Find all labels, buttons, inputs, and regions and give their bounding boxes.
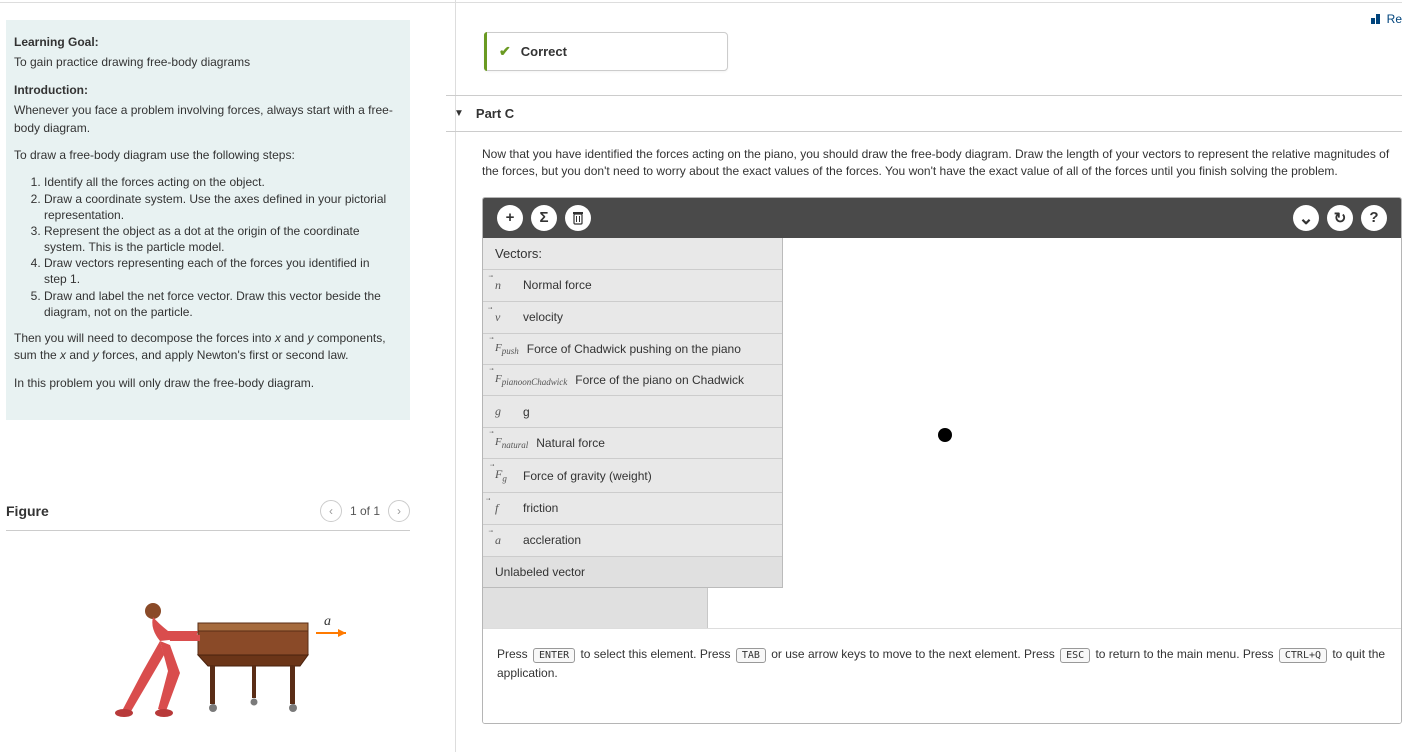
intro-para-2: To draw a free-body diagram use the foll… bbox=[14, 147, 394, 164]
introduction-heading: Introduction: bbox=[14, 82, 394, 99]
keyboard-hints: Press ENTER to select this element. Pres… bbox=[483, 628, 1401, 723]
steps-list: Identify all the forces acting on the ob… bbox=[44, 174, 394, 320]
reset-button[interactable]: ↻ bbox=[1327, 205, 1353, 231]
help-button[interactable]: ? bbox=[1361, 205, 1387, 231]
step-2: Draw a coordinate system. Use the axes d… bbox=[44, 191, 394, 223]
step-4: Draw vectors representing each of the fo… bbox=[44, 255, 394, 287]
vector-option-fg[interactable]: F⃗g Force of gravity (weight) bbox=[483, 458, 782, 491]
drawing-workspace[interactable]: Vectors: n⃗ Normal force v⃗ velocity F⃗p… bbox=[483, 238, 1401, 628]
figure-header: Figure ‹ 1 of 1 › bbox=[6, 500, 410, 531]
figure-image: a⃗ bbox=[6, 591, 410, 731]
vector-tool-frame: + Σ ⌄ ↻ ? Vectors: bbox=[482, 197, 1402, 724]
vector-option-friction[interactable]: f⃗ friction bbox=[483, 492, 782, 524]
after-steps-1: Then you will need to decompose the forc… bbox=[14, 330, 394, 365]
vector-toolbar: + Σ ⌄ ↻ ? bbox=[483, 198, 1401, 238]
add-vector-button[interactable]: + bbox=[497, 205, 523, 231]
part-c-title: Part C bbox=[476, 106, 514, 121]
dropdown-button[interactable]: ⌄ bbox=[1293, 205, 1319, 231]
delete-button[interactable] bbox=[565, 205, 591, 231]
collapse-triangle-icon: ▼ bbox=[454, 108, 464, 119]
learning-goal-box: Learning Goal: To gain practice drawing … bbox=[6, 20, 410, 420]
part-c-header[interactable]: ▼ Part C bbox=[446, 95, 1402, 132]
part-c-instructions: Now that you have identified the forces … bbox=[482, 146, 1402, 181]
canvas-area[interactable] bbox=[708, 238, 1401, 628]
after-steps-2: In this problem you will only draw the f… bbox=[14, 375, 394, 392]
step-5: Draw and label the net force vector. Dra… bbox=[44, 288, 394, 320]
vector-option-normal[interactable]: n⃗ Normal force bbox=[483, 269, 782, 301]
sum-button[interactable]: Σ bbox=[531, 205, 557, 231]
vectors-dropdown-panel: Vectors: n⃗ Normal force v⃗ velocity F⃗p… bbox=[483, 238, 783, 588]
correct-status-badge: ✔ Correct bbox=[484, 32, 728, 71]
vector-option-velocity[interactable]: v⃗ velocity bbox=[483, 301, 782, 333]
kbd-enter: ENTER bbox=[533, 648, 575, 663]
figure-prev-button[interactable]: ‹ bbox=[320, 500, 342, 522]
step-3: Represent the object as a dot at the ori… bbox=[44, 223, 394, 255]
learning-goal-text: To gain practice drawing free-body diagr… bbox=[14, 54, 394, 71]
vector-option-unlabeled[interactable]: Unlabeled vector bbox=[483, 556, 782, 587]
learning-goal-heading: Learning Goal: bbox=[14, 34, 394, 51]
figure-title: Figure bbox=[6, 503, 49, 519]
vector-option-fpush[interactable]: F⃗push Force of Chadwick pushing on the … bbox=[483, 333, 782, 364]
check-icon: ✔ bbox=[499, 43, 511, 60]
vector-option-fnatural[interactable]: F⃗natural Natural force bbox=[483, 427, 782, 458]
intro-para-1: Whenever you face a problem involving fo… bbox=[14, 102, 394, 137]
step-1: Identify all the forces acting on the ob… bbox=[44, 174, 394, 190]
correct-label: Correct bbox=[521, 44, 567, 59]
accel-label: a⃗ bbox=[324, 614, 342, 629]
vectors-panel-title: Vectors: bbox=[483, 238, 782, 269]
bar-icon bbox=[1371, 14, 1383, 24]
kbd-ctrlq: CTRL+Q bbox=[1279, 648, 1327, 663]
figure-next-button[interactable]: › bbox=[388, 500, 410, 522]
particle-dot[interactable] bbox=[938, 428, 952, 442]
vector-option-fpiano[interactable]: F⃗pianoonChadwick Force of the piano on … bbox=[483, 364, 782, 395]
kbd-esc: ESC bbox=[1060, 648, 1090, 663]
top-right-link[interactable]: Re bbox=[1371, 12, 1402, 26]
vector-option-g[interactable]: g g bbox=[483, 395, 782, 427]
figure-counter: 1 of 1 bbox=[350, 504, 380, 518]
trash-icon bbox=[572, 211, 584, 225]
vector-option-accel[interactable]: a⃗ accleration bbox=[483, 524, 782, 556]
kbd-tab: TAB bbox=[736, 648, 766, 663]
